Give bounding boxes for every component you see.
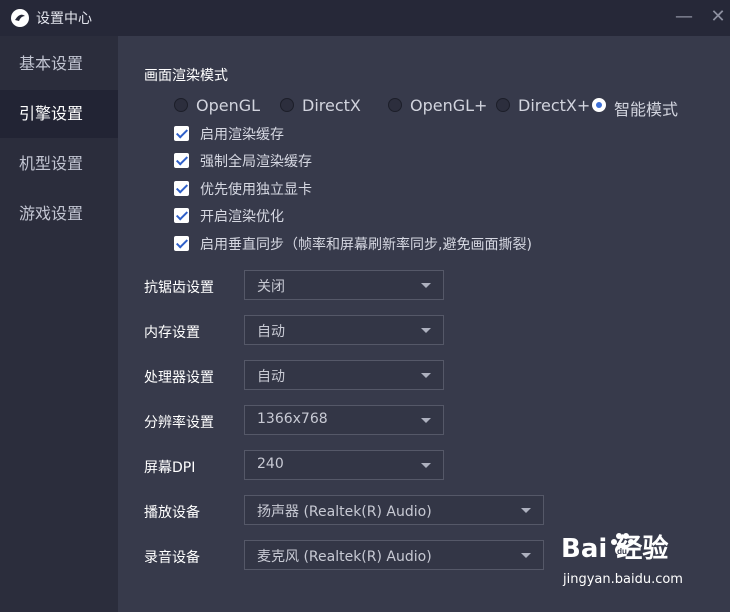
- chevron-down-icon: [421, 328, 431, 333]
- memory-label: 内存设置: [144, 325, 200, 341]
- app-logo-icon: [11, 9, 29, 27]
- chevron-down-icon: [421, 418, 431, 423]
- sidebar: 基本设置 引擎设置 机型设置 游戏设置: [0, 36, 119, 612]
- checkbox-label: 开启渲染优化: [200, 209, 284, 225]
- cpu-value: 自动: [257, 369, 285, 385]
- checkbox-checked-icon: [174, 208, 189, 223]
- watermark-url: jingyan.baidu.com: [563, 572, 683, 587]
- dpi-select[interactable]: 240: [244, 450, 444, 480]
- playback-label: 播放设备: [144, 505, 200, 521]
- cpu-select[interactable]: 自动: [244, 360, 444, 390]
- svg-text:du: du: [617, 547, 627, 556]
- sidebar-item-engine[interactable]: 引擎设置: [0, 90, 118, 138]
- dpi-label: 屏幕DPI: [144, 460, 196, 476]
- checkbox-label: 启用垂直同步（帧率和屏幕刷新率同步,避免画面撕裂): [200, 237, 532, 253]
- radio-circle: [280, 98, 294, 112]
- sidebar-item-basic[interactable]: 基本设置: [0, 40, 118, 88]
- chevron-down-icon: [521, 553, 531, 558]
- antialias-label: 抗锯齿设置: [144, 280, 214, 296]
- checkbox-checked-icon: [174, 126, 189, 141]
- checkbox-label: 启用渲染缓存: [200, 127, 284, 143]
- baidu-paw-icon: du: [611, 533, 634, 556]
- memory-value: 自动: [257, 324, 285, 340]
- antialias-value: 关闭: [257, 279, 285, 295]
- sidebar-item-device-model[interactable]: 机型设置: [0, 140, 118, 188]
- checkbox-label: 强制全局渲染缓存: [200, 154, 312, 170]
- close-button[interactable]: ✕: [706, 5, 730, 29]
- title-bar: 设置中心 — ✕: [0, 0, 730, 36]
- render-mode-title: 画面渲染模式: [144, 68, 228, 84]
- memory-select[interactable]: 自动: [244, 315, 444, 345]
- cpu-label: 处理器设置: [144, 370, 214, 386]
- dpi-value: 240: [257, 456, 284, 472]
- chevron-down-icon: [521, 508, 531, 513]
- engine-settings-panel: 画面渲染模式 OpenGL DirectX OpenGL+ DirectX+ 智…: [118, 36, 730, 612]
- radio-circle-selected: [592, 98, 606, 112]
- radio-label: DirectX+: [518, 96, 591, 115]
- window-title: 设置中心: [36, 11, 92, 27]
- playback-value: 扬声器 (Realtek(R) Audio): [257, 504, 432, 520]
- minimize-button[interactable]: —: [672, 5, 696, 29]
- antialias-select[interactable]: 关闭: [244, 270, 444, 300]
- record-device-select[interactable]: 麦克风 (Realtek(R) Audio): [244, 540, 544, 570]
- baidu-watermark: Bai 经验 du jingyan.baidu.com: [555, 528, 725, 598]
- record-value: 麦克风 (Realtek(R) Audio): [257, 549, 432, 565]
- checkbox-checked-icon: [174, 181, 189, 196]
- radio-label: OpenGL+: [410, 96, 488, 115]
- resolution-select[interactable]: 1366x768: [244, 405, 444, 435]
- checkbox-label: 优先使用独立显卡: [200, 182, 312, 198]
- chevron-down-icon: [421, 463, 431, 468]
- chevron-down-icon: [421, 283, 431, 288]
- resolution-label: 分辨率设置: [144, 415, 214, 431]
- radio-label: DirectX: [302, 96, 361, 115]
- checkbox-checked-icon: [174, 236, 189, 251]
- radio-label: 智能模式: [614, 100, 679, 119]
- playback-device-select[interactable]: 扬声器 (Realtek(R) Audio): [244, 495, 544, 525]
- sidebar-item-game[interactable]: 游戏设置: [0, 190, 118, 238]
- radio-circle: [174, 98, 188, 112]
- resolution-value: 1366x768: [257, 411, 328, 427]
- chevron-down-icon: [421, 373, 431, 378]
- radio-circle: [388, 98, 402, 112]
- checkbox-checked-icon: [174, 153, 189, 168]
- radio-circle: [496, 98, 510, 112]
- record-label: 录音设备: [144, 550, 200, 566]
- radio-label: OpenGL: [196, 96, 261, 115]
